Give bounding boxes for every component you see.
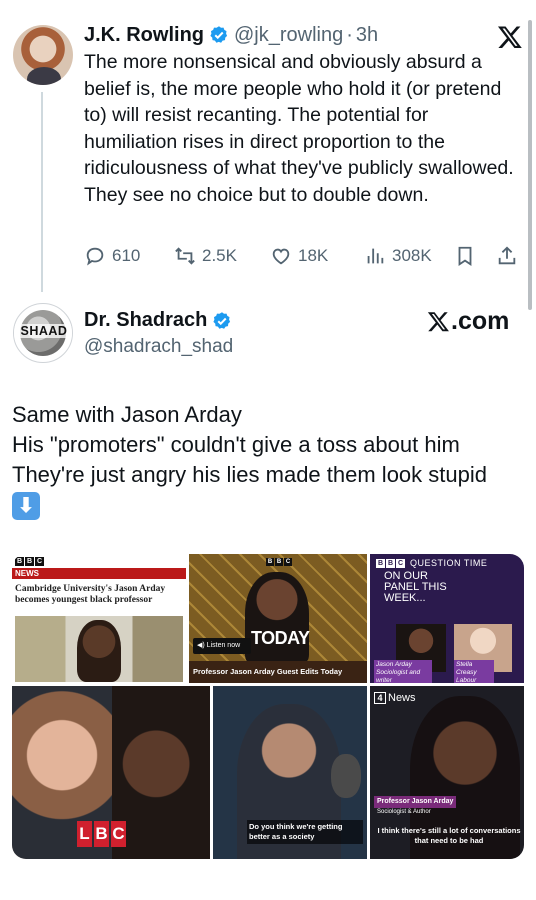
bbc-letter: C bbox=[284, 558, 292, 566]
bbc-letter: C bbox=[35, 557, 44, 566]
tweet-text: Same with Jason Arday His "promoters" co… bbox=[12, 400, 527, 521]
tweet-line: His "promoters" couldn't give a toss abo… bbox=[12, 432, 460, 457]
news-photo bbox=[15, 616, 183, 682]
bookmark-button[interactable] bbox=[454, 243, 482, 269]
channel-label: News bbox=[388, 692, 416, 704]
separator: · bbox=[346, 23, 353, 46]
person-photo bbox=[245, 572, 309, 664]
like-button[interactable]: 18K bbox=[270, 243, 328, 269]
lbc-letter: L bbox=[77, 821, 92, 847]
bbc-logo: B B C bbox=[266, 558, 292, 566]
bbc-letter: B bbox=[15, 557, 24, 566]
author-name[interactable]: Dr. Shadrach bbox=[84, 309, 207, 332]
bbc-letter: B bbox=[266, 558, 274, 566]
author-handle[interactable]: @jk_rowling bbox=[234, 24, 343, 47]
repost-button[interactable]: 2.5K bbox=[174, 243, 237, 269]
down-arrow-emoji: ⬇ bbox=[12, 492, 40, 521]
panelist-label: Jason Arday Sociologist and writer bbox=[374, 660, 432, 683]
reply-button[interactable]: 610 bbox=[84, 243, 140, 269]
author-name-row: Dr. Shadrach bbox=[84, 309, 237, 332]
today-logo: TODAY bbox=[251, 628, 310, 648]
question-time-header: B B C QUESTION TIME bbox=[376, 558, 487, 568]
media-grid[interactable]: B B C NEWS Cambridge University's Jason … bbox=[12, 554, 524, 859]
microphone-image bbox=[331, 754, 361, 798]
media-bbc-news[interactable]: B B C NEWS Cambridge University's Jason … bbox=[12, 554, 186, 683]
bookmark-icon bbox=[458, 246, 472, 266]
brand-suffix: .com bbox=[451, 307, 510, 335]
bbc-letter: B bbox=[386, 558, 395, 568]
lower-third-name: Professor Jason Arday bbox=[374, 796, 457, 808]
bbc-logo: B B C bbox=[15, 557, 44, 566]
xcom-watermark: .com bbox=[427, 307, 509, 336]
lower-third-role: Sociologist & Author bbox=[377, 809, 431, 815]
show-title: QUESTION TIME bbox=[410, 558, 488, 568]
media-caption: I think there's still a lot of conversat… bbox=[377, 826, 521, 845]
repost-count: 2.5K bbox=[202, 246, 237, 265]
media-caption: Do you think we're getting better as a s… bbox=[247, 820, 363, 844]
tweet-time[interactable]: 3h bbox=[356, 24, 378, 47]
reply-count: 610 bbox=[112, 246, 141, 265]
repost-icon bbox=[175, 247, 195, 265]
like-count: 18K bbox=[298, 246, 329, 265]
author-handle[interactable]: @shadrach_shad bbox=[84, 336, 233, 358]
view-count: 308K bbox=[392, 246, 432, 265]
author-avatar[interactable] bbox=[13, 25, 73, 85]
author-name[interactable]: J.K. Rowling bbox=[84, 24, 204, 47]
channel-number: 4 bbox=[374, 692, 386, 704]
lbc-letter: B bbox=[94, 821, 109, 847]
listen-label: Listen now bbox=[206, 642, 241, 649]
media-lbc[interactable]: L B C bbox=[12, 686, 210, 859]
tweet-line: Same with Jason Arday bbox=[12, 402, 242, 427]
lbc-letter: C bbox=[111, 821, 126, 847]
views-icon bbox=[367, 248, 384, 264]
share-icon bbox=[498, 246, 516, 265]
media-channel4-news[interactable]: 4 News Professor Jason Arday Sociologist… bbox=[370, 686, 524, 859]
bbc-letter: B bbox=[376, 558, 385, 568]
share-button[interactable] bbox=[496, 243, 524, 269]
bbc-letter: B bbox=[275, 558, 283, 566]
avatar-text: SHAAD bbox=[14, 324, 72, 338]
panel-text: ON OUR PANEL THIS WEEK... bbox=[384, 570, 447, 604]
listen-now-badge: ◀) Listen now bbox=[193, 638, 251, 654]
panelist-label: Stella Creasy Labour bbox=[454, 660, 494, 683]
person-photo bbox=[112, 686, 210, 859]
media-interview[interactable]: Do you think we're getting better as a s… bbox=[213, 686, 367, 859]
media-today-programme[interactable]: B B C ◀) Listen now TODAY Professor Jaso… bbox=[189, 554, 367, 683]
tweet-actions: 610 2.5K 18K 308K bbox=[84, 243, 524, 269]
scrollbar[interactable] bbox=[528, 20, 532, 310]
media-question-time[interactable]: B B C QUESTION TIME ON OUR PANEL THIS WE… bbox=[370, 554, 524, 683]
tweet-text: The more nonsensical and obviously absur… bbox=[84, 51, 514, 206]
bbc-letter: B bbox=[25, 557, 34, 566]
thread-connector-line bbox=[41, 92, 43, 292]
person-photo bbox=[77, 620, 121, 682]
x-logo-icon bbox=[497, 26, 522, 49]
bbc-letter: C bbox=[396, 558, 405, 568]
media-caption: Professor Jason Arday Guest Edits Today bbox=[189, 661, 367, 683]
verified-badge-icon bbox=[213, 311, 231, 329]
author-avatar[interactable]: SHAAD bbox=[13, 303, 73, 363]
channel4-news-logo: 4 News bbox=[374, 692, 416, 704]
reply-icon bbox=[86, 247, 104, 266]
tweet-line: They're just angry his lies made them lo… bbox=[12, 462, 487, 487]
tweet-header: J.K. Rowling @jk_rowling · 3h bbox=[84, 22, 378, 48]
lbc-logo: L B C bbox=[77, 821, 126, 847]
heart-icon bbox=[272, 248, 290, 265]
views-button[interactable]: 308K bbox=[364, 243, 432, 269]
news-bar: NEWS bbox=[12, 568, 186, 579]
news-headline: Cambridge University's Jason Arday becom… bbox=[15, 584, 166, 605]
x-logo-icon bbox=[427, 312, 449, 332]
verified-badge-icon bbox=[210, 26, 228, 43]
